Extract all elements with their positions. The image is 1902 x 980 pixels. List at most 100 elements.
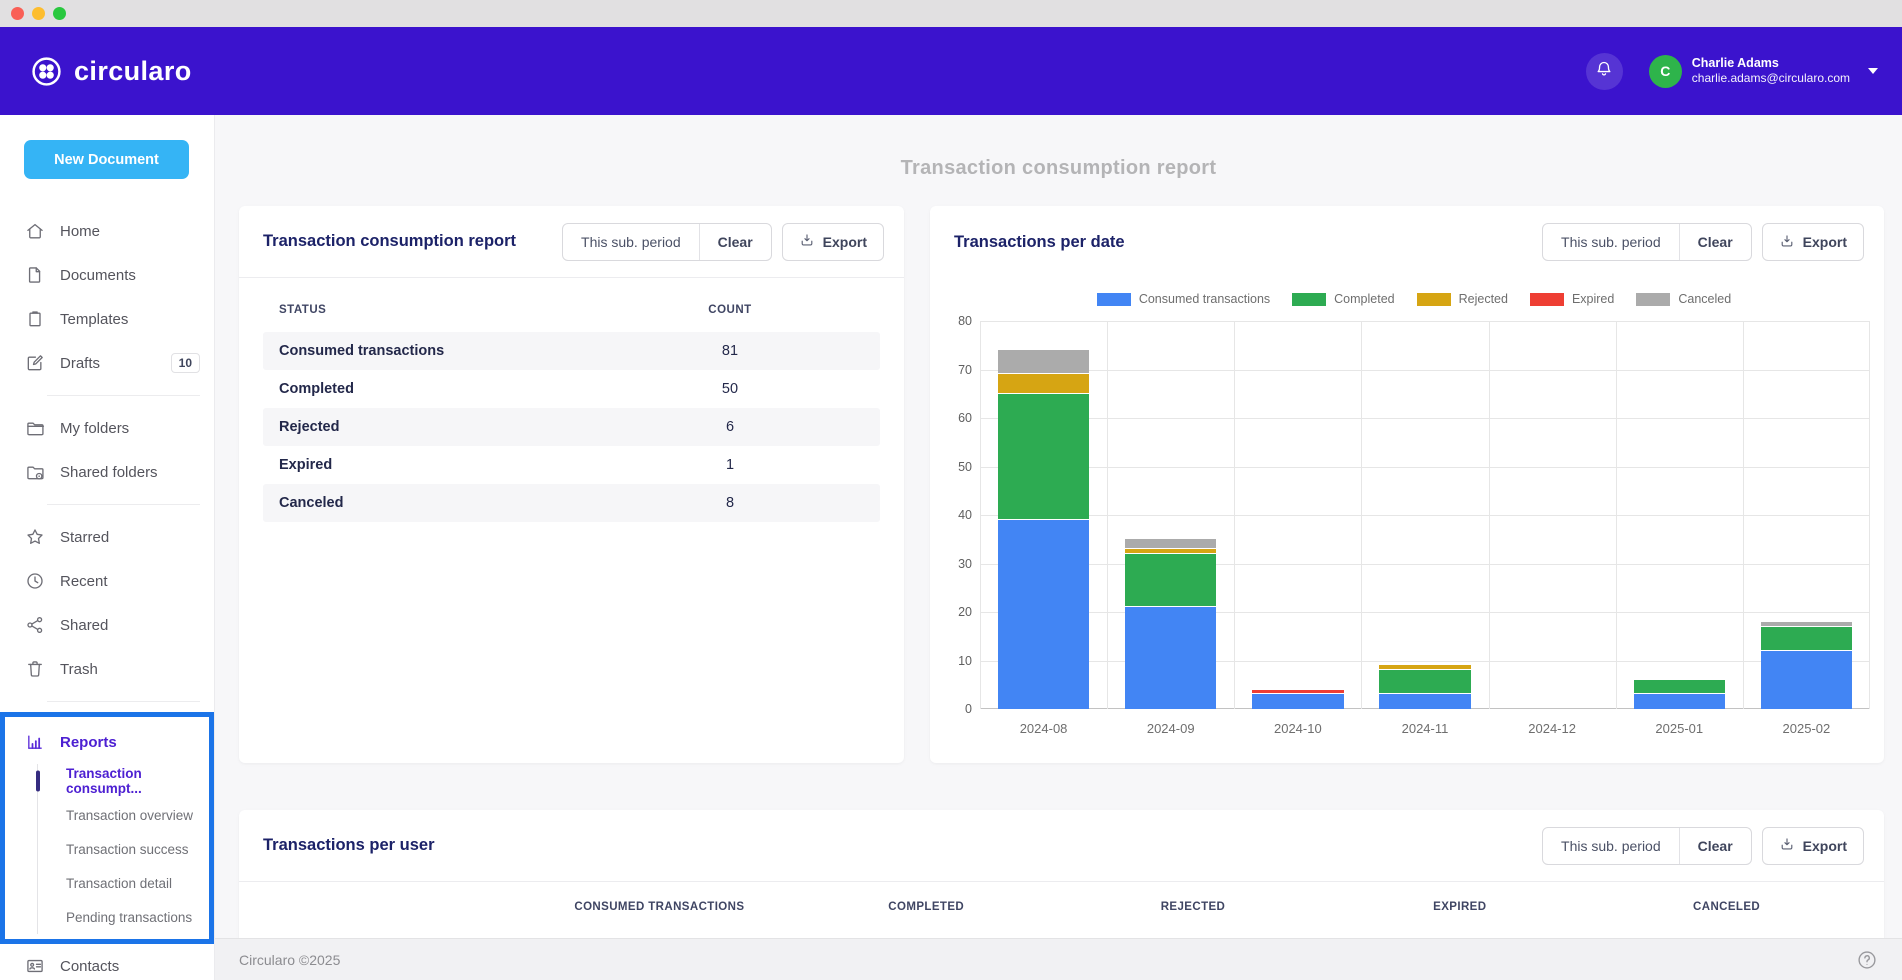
clear-filter-button[interactable]: Clear — [699, 224, 771, 260]
bar-segment-rejected[interactable] — [1379, 665, 1471, 670]
bar-segment-consumed-transactions[interactable] — [1125, 607, 1217, 709]
sidebar-item-recent[interactable]: Recent — [0, 559, 214, 603]
table-header-row: STATUSCOUNT — [263, 287, 880, 332]
column-header-expired: EXPIRED — [1326, 901, 1593, 913]
minimize-window-button[interactable] — [32, 7, 45, 20]
bar-segment-completed[interactable] — [1125, 554, 1217, 607]
count-cell: 1 — [580, 457, 880, 473]
sidebar-item-documents[interactable]: Documents — [0, 253, 214, 297]
sidebar-item-label: Shared folders — [60, 464, 158, 481]
id-card-icon — [25, 956, 45, 976]
gridline-y — [980, 370, 1870, 371]
sidebar-item-label: Templates — [60, 311, 128, 328]
bar-segment-canceled[interactable] — [998, 350, 1090, 374]
bar-segment-consumed-transactions[interactable] — [1252, 694, 1344, 709]
bar-segment-consumed-transactions[interactable] — [1761, 651, 1853, 709]
count-cell: 50 — [580, 381, 880, 397]
y-axis-tick: 80 — [954, 314, 972, 328]
sidebar-item-trash[interactable]: Trash — [0, 647, 214, 691]
new-document-button[interactable]: New Document — [24, 140, 189, 179]
export-button[interactable]: Export — [1762, 827, 1864, 865]
main-content: Transaction consumption report Transacti… — [215, 115, 1902, 980]
sidebar-item-home[interactable]: Home — [0, 209, 214, 253]
y-axis-tick: 0 — [954, 702, 972, 716]
clear-filter-button[interactable]: Clear — [1679, 828, 1751, 864]
reports-sub-list: Transaction consumpt... Transaction overv… — [37, 764, 214, 934]
sidebar-subitem-transaction-detail[interactable]: Transaction detail — [38, 866, 214, 900]
gridline-y — [980, 515, 1870, 516]
window-titlebar — [0, 0, 1902, 27]
bar-segment-canceled[interactable] — [1125, 539, 1217, 549]
x-axis-label: 2025-02 — [1743, 721, 1870, 736]
y-axis-tick: 60 — [954, 411, 972, 425]
bar-segment-completed[interactable] — [1379, 670, 1471, 694]
sidebar-subitem-label: Transaction success — [66, 842, 189, 857]
sidebar-subitem-label: Transaction consumpt... — [66, 766, 214, 796]
sidebar-item-templates[interactable]: Templates — [0, 297, 214, 341]
folder-icon — [25, 418, 45, 438]
user-email: charlie.adams@circularo.com — [1692, 71, 1850, 86]
bar-segment-completed[interactable] — [1761, 627, 1853, 651]
clock-icon — [25, 571, 45, 591]
export-button[interactable]: Export — [782, 223, 884, 261]
sidebar-subitem-transaction-success[interactable]: Transaction success — [38, 832, 214, 866]
clear-filter-button[interactable]: Clear — [1679, 224, 1751, 260]
bar-segment-rejected[interactable] — [998, 374, 1090, 393]
column-header-completed: COMPLETED — [793, 901, 1060, 913]
sidebar-subitem-pending-transactions[interactable]: Pending transactions — [38, 900, 214, 934]
x-axis-label: 2024-11 — [1361, 721, 1488, 736]
bar-segment-consumed-transactions[interactable] — [1634, 694, 1726, 709]
gridline-x — [1489, 321, 1490, 709]
period-filter-button[interactable]: This sub. period — [563, 224, 699, 260]
period-filter-button[interactable]: This sub. period — [1543, 224, 1679, 260]
download-icon — [1779, 233, 1795, 252]
sidebar-item-label: Starred — [60, 529, 109, 546]
period-filter-button[interactable]: This sub. period — [1543, 828, 1679, 864]
user-menu[interactable]: C Charlie Adams charlie.adams@circularo.… — [1649, 55, 1878, 88]
close-window-button[interactable] — [11, 7, 24, 20]
bar-segment-consumed-transactions[interactable] — [1379, 694, 1471, 709]
sidebar-subitem-transaction-overview[interactable]: Transaction overview — [38, 798, 214, 832]
bar-segment-canceled[interactable] — [1761, 622, 1853, 627]
transactions-per-date-chart: Consumed transactionsCompletedRejectedEx… — [954, 292, 1874, 735]
legend-item-completed: Completed — [1292, 292, 1394, 306]
sidebar-item-reports[interactable]: Reports — [0, 720, 214, 764]
sidebar-item-contacts[interactable]: Contacts — [0, 944, 214, 980]
sidebar-item-starred[interactable]: Starred — [0, 515, 214, 559]
x-axis-label: 2025-01 — [1616, 721, 1743, 736]
sidebar-item-shared-folders[interactable]: Shared folders — [0, 450, 214, 494]
chart-plot-area — [980, 321, 1870, 709]
bar-segment-expired[interactable] — [1252, 690, 1344, 695]
status-cell: Completed — [279, 381, 580, 397]
status-cell: Rejected — [279, 419, 580, 435]
sidebar-subitem-label: Pending transactions — [66, 910, 192, 925]
folder-shared-icon — [25, 462, 45, 482]
bar-segment-completed[interactable] — [1634, 680, 1726, 695]
help-button[interactable] — [1856, 949, 1878, 971]
x-axis-label: 2024-10 — [1234, 721, 1361, 736]
count-cell: 6 — [580, 419, 880, 435]
sidebar-subitem-transaction-consumpt[interactable]: Transaction consumpt... — [38, 764, 214, 798]
nav-divider — [47, 701, 200, 702]
brand[interactable]: circularo — [30, 55, 192, 88]
sidebar-item-my-folders[interactable]: My folders — [0, 406, 214, 450]
sidebar-item-shared[interactable]: Shared — [0, 603, 214, 647]
gridline-y — [980, 467, 1870, 468]
bar-segment-rejected[interactable] — [1125, 549, 1217, 554]
export-button[interactable]: Export — [1762, 223, 1864, 261]
star-icon — [25, 527, 45, 547]
column-header-status: STATUS — [279, 304, 580, 316]
bar-segment-completed[interactable] — [998, 394, 1090, 520]
chevron-down-icon — [1868, 68, 1878, 74]
draft-icon — [25, 353, 45, 373]
notifications-button[interactable] — [1586, 53, 1623, 90]
bar-segment-consumed-transactions[interactable] — [998, 520, 1090, 709]
maximize-window-button[interactable] — [53, 7, 66, 20]
sidebar-item-drafts[interactable]: Drafts10 — [0, 341, 214, 385]
sidebar-subitem-label: Transaction overview — [66, 808, 193, 823]
legend-swatch — [1417, 293, 1451, 306]
gridline-y — [980, 661, 1870, 662]
legend-item-rejected: Rejected — [1417, 292, 1508, 306]
y-axis-tick: 10 — [954, 654, 972, 668]
legend-label: Rejected — [1459, 292, 1508, 306]
